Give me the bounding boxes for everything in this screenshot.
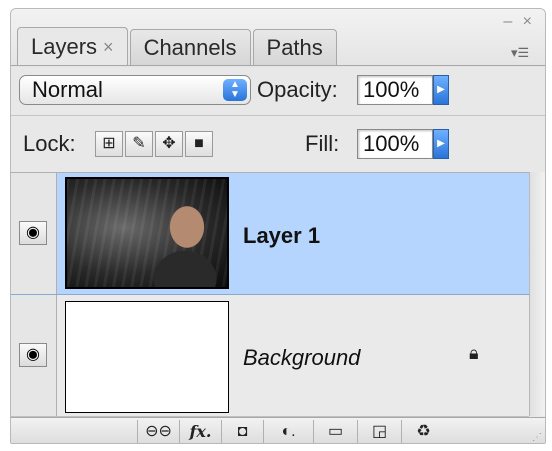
opacity-label: Opacity:: [257, 77, 338, 102]
fill-stepper-icon[interactable]: ▶: [433, 129, 449, 159]
bottom-toolbar: ⊖⊖ fx. ◘ ◐. ▭ ◲ ♻ ⋰: [11, 417, 545, 443]
layer-row-layer1[interactable]: ◉ Layer 1: [11, 173, 529, 295]
eye-icon[interactable]: ◉: [19, 221, 47, 245]
tabs: Layers × Channels Paths: [17, 27, 339, 65]
visibility-cell: ◉: [11, 295, 57, 416]
tab-divider: [11, 65, 545, 66]
fill-field[interactable]: 100%: [357, 129, 433, 159]
opacity-stepper-icon[interactable]: ▶: [433, 75, 449, 105]
tab-paths[interactable]: Paths: [252, 29, 337, 65]
lock-label: Lock:: [23, 131, 76, 156]
fill-label: Fill:: [305, 131, 340, 156]
tab-paths-label: Paths: [266, 34, 323, 60]
layer-row-background[interactable]: ◉ Background 🔒︎: [11, 295, 529, 417]
trash-icon[interactable]: ♻: [401, 420, 445, 443]
blend-mode-value: Normal: [32, 77, 103, 102]
tab-channels-label: Channels: [143, 34, 237, 60]
layer-thumbnail-white: [65, 301, 229, 413]
layer-name: Layer 1: [243, 223, 321, 248]
lock-transparent-icon[interactable]: ⊞: [95, 131, 123, 157]
eye-icon[interactable]: ◉: [19, 343, 47, 367]
layers-list: ◉ Layer 1 ◉ Background 🔒︎: [11, 172, 529, 417]
resize-grip-icon[interactable]: ⋰: [532, 432, 542, 443]
layers-scrollbar[interactable]: [529, 172, 545, 416]
blend-row: Normal ▲ ▼ Opacity: 100% ▶: [11, 69, 545, 113]
panel-menu-icon[interactable]: ▾☰: [511, 45, 537, 63]
blend-mode-select[interactable]: Normal ▲ ▼: [19, 75, 251, 105]
fx-icon[interactable]: fx.: [179, 420, 221, 443]
tab-layers[interactable]: Layers ×: [17, 27, 128, 65]
lock-row: Lock: ⊞ ✎ ✥ ■ Fill: 100% ▶: [11, 119, 545, 171]
layer-thumbnail-photo: [65, 177, 229, 289]
tab-close-icon[interactable]: ×: [103, 38, 114, 56]
layers-panel: Layers × Channels Paths – × ▾☰ Normal ▲ ▼…: [10, 8, 546, 444]
lock-position-icon[interactable]: ✥: [155, 131, 183, 157]
divider: [11, 115, 545, 116]
layer-name: Background: [243, 345, 361, 370]
layer-lock-icon: 🔒︎: [469, 343, 479, 363]
folder-icon[interactable]: ▭: [313, 420, 357, 443]
tab-layers-label: Layers: [31, 33, 98, 59]
link-icon[interactable]: ⊖⊖: [137, 420, 179, 443]
opacity-field[interactable]: 100%: [357, 75, 433, 105]
tab-bar: Layers × Channels Paths – × ▾☰: [11, 9, 545, 67]
tab-channels[interactable]: Channels: [129, 29, 251, 65]
adjustment-icon[interactable]: ◐.: [263, 420, 313, 443]
lock-image-icon[interactable]: ✎: [125, 131, 153, 157]
lock-all-icon[interactable]: ■: [185, 131, 213, 157]
window-controls[interactable]: – ×: [503, 13, 535, 31]
visibility-cell: ◉: [11, 173, 57, 294]
mask-icon[interactable]: ◘: [221, 420, 263, 443]
select-arrows-icon: ▲ ▼: [223, 79, 247, 101]
new-layer-icon[interactable]: ◲: [357, 420, 401, 443]
